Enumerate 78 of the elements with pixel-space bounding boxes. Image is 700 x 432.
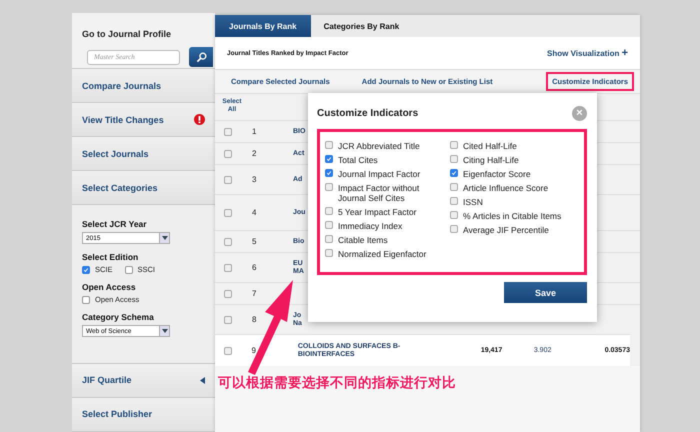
search-button[interactable] [189, 47, 213, 67]
search-icon [196, 52, 206, 62]
option-label: Eigenfactor Score [463, 169, 531, 179]
checkbox[interactable] [224, 238, 232, 246]
option-label: Average JIF Percentile [463, 225, 549, 235]
option-label: Journal Impact Factor [338, 169, 420, 179]
checkbox[interactable] [450, 197, 458, 205]
checkbox[interactable] [224, 176, 232, 184]
option-label: 5 Year Impact Factor [338, 207, 416, 217]
checkbox[interactable] [325, 183, 333, 191]
checkbox[interactable] [450, 169, 458, 177]
show-visualization-link[interactable]: Show Visualization + [547, 47, 628, 59]
checkbox[interactable] [224, 316, 232, 324]
sidebar-item[interactable]: Compare Journals [72, 68, 215, 104]
checkbox[interactable] [325, 141, 333, 149]
panel-title: Go to Journal Profile [82, 29, 172, 39]
sidebar-item[interactable]: Select Categories [72, 171, 215, 206]
option-label: ISSN [463, 197, 483, 207]
checkbox[interactable] [325, 221, 333, 229]
rank-cell-text: 8 [252, 315, 258, 324]
rank-cell-text: 9 [252, 346, 257, 355]
checkbox[interactable] [325, 207, 333, 215]
option-label: Article Influence Score [463, 183, 548, 193]
checkbox[interactable] [224, 208, 232, 216]
checkbox[interactable] [325, 249, 333, 257]
checkbox[interactable] [325, 155, 333, 163]
checkbox[interactable] [82, 266, 90, 274]
nav-label: View Title Changes [82, 114, 164, 125]
rank-cell-text: 6 [252, 263, 258, 272]
sidebar-item[interactable]: JIF Quartile [72, 364, 215, 398]
checkbox[interactable] [124, 266, 133, 274]
option-label: Immediacy Index [338, 221, 402, 231]
nav-label: JIF Quartile [82, 375, 132, 386]
sidebar-item[interactable]: View Title Changes [72, 103, 215, 138]
option-label: Normalized Eigenfactor [338, 249, 426, 259]
tab[interactable]: Journals By Rank [215, 15, 311, 37]
rank-cell-text: 3 [252, 175, 258, 184]
filter-label: Open Access [82, 282, 137, 292]
checkbox[interactable] [82, 296, 90, 304]
checkbox[interactable] [450, 183, 458, 191]
checkbox[interactable] [450, 211, 458, 219]
checkbox[interactable] [450, 155, 458, 163]
option-label: Citing Half-Life [463, 155, 519, 165]
annotation-text: 可以根据需要选择不同的指标进行对比 [218, 374, 456, 392]
nav-label: Select Categories [82, 182, 158, 193]
checkbox[interactable] [224, 150, 232, 158]
checkbox[interactable] [224, 128, 232, 136]
option-label: % Articles in Citable Items [463, 211, 562, 221]
save-button[interactable]: Save [504, 282, 587, 303]
checkbox[interactable] [224, 290, 232, 298]
sidebar-item[interactable]: Select Publisher [72, 398, 215, 432]
filter-label: Category Schema [82, 312, 155, 322]
rank-cell-text: 4 [252, 208, 258, 217]
rank-cell-text: 2 [252, 149, 258, 158]
rank-cell-text: 1 [252, 127, 258, 136]
filter-label: Select JCR Year [82, 219, 148, 230]
nav-label: Select Journals [82, 148, 149, 159]
checkbox[interactable] [224, 346, 232, 354]
option-label: Total Cites [338, 155, 378, 165]
checkbox[interactable] [325, 235, 333, 243]
option-label: Impact Factor without Journal Self Cites [338, 183, 420, 203]
dialog-title: Customize Indicators [317, 108, 418, 118]
nav-label: Compare Journals [82, 80, 162, 91]
nav-label: Select Publisher [82, 409, 152, 420]
rank-cell-text: 5 [252, 237, 258, 246]
option-label: JCR Abbreviated Title [338, 141, 420, 151]
option-label: Citable Items [338, 235, 388, 245]
caret-icon [159, 233, 169, 244]
tab[interactable]: Categories By Rank [310, 15, 412, 37]
checkbox[interactable] [224, 264, 232, 272]
checkbox[interactable] [450, 225, 458, 233]
option-label: Cited Half-Life [463, 141, 517, 151]
caret-icon [159, 326, 169, 336]
checkbox[interactable] [325, 169, 333, 177]
sidebar-item[interactable]: Select Journals [72, 137, 215, 172]
rank-cell-text: 7 [252, 289, 258, 298]
checkbox[interactable] [450, 141, 458, 149]
filter-label: Select Edition [82, 252, 140, 262]
